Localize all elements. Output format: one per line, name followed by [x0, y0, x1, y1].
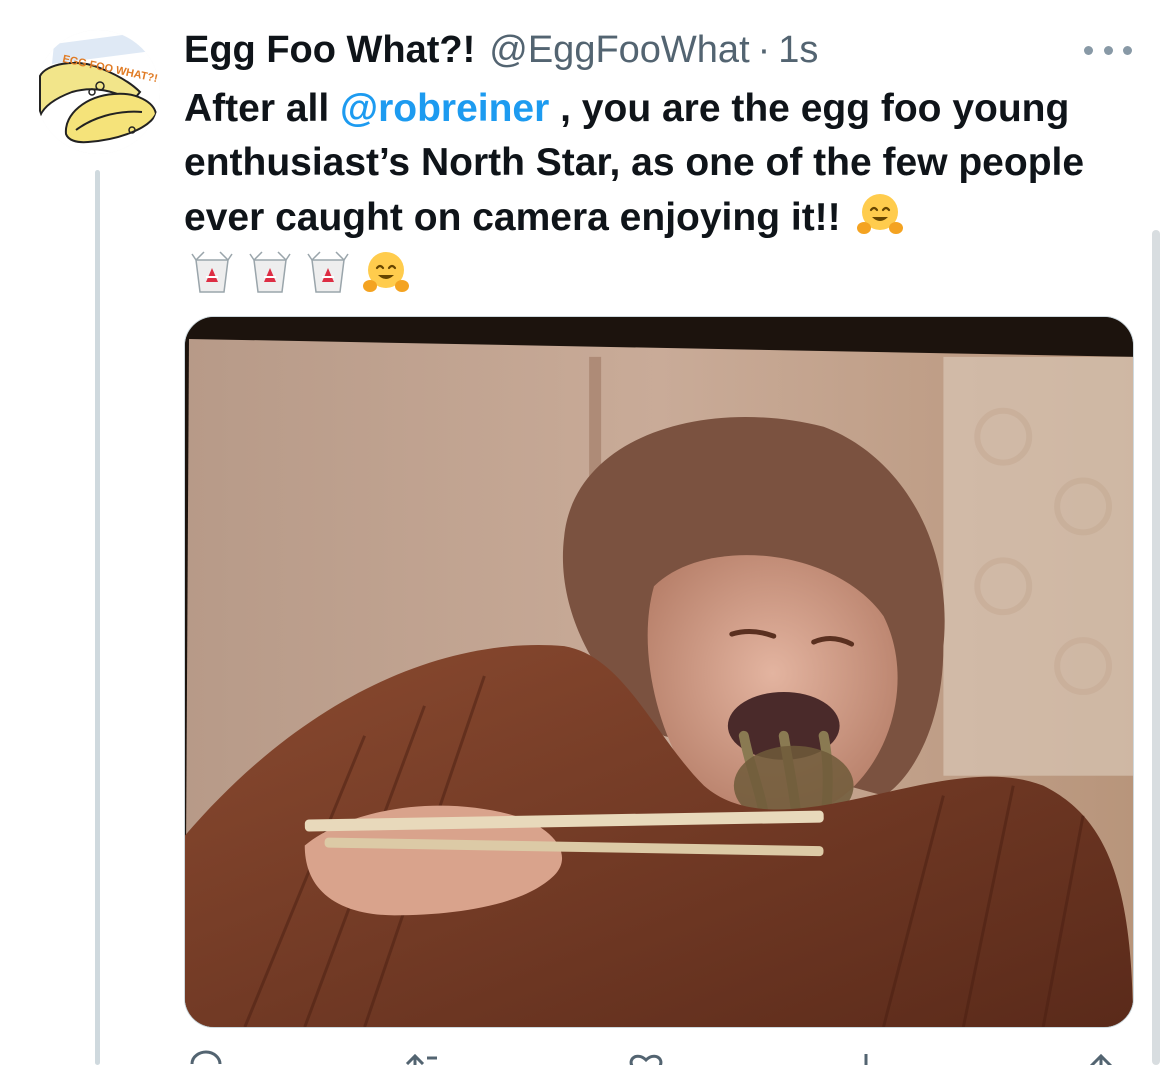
- like-icon[interactable]: [624, 1050, 668, 1065]
- hugging-face-emoji: [856, 190, 904, 238]
- display-name[interactable]: Egg Foo What?!: [184, 22, 475, 78]
- retweet-icon[interactable]: [399, 1050, 443, 1065]
- thread-line: [95, 170, 100, 1065]
- more-options-icon[interactable]: [1084, 36, 1132, 64]
- avatar-image: EGG FOO WHAT?!: [36, 30, 160, 154]
- tweet-header: Egg Foo What?! @EggFooWhat · 1s: [184, 22, 818, 78]
- share-icon[interactable]: [1079, 1050, 1123, 1065]
- emoji-row: [184, 245, 1144, 299]
- mention-link[interactable]: @robreiner: [340, 87, 549, 130]
- tweet-text: After all @robreiner , you are the egg f…: [184, 82, 1144, 299]
- photo-image: [185, 317, 1133, 1027]
- user-handle[interactable]: @EggFooWhat: [489, 22, 749, 78]
- action-bar: [184, 1050, 1134, 1065]
- hugging-face-emoji: [362, 248, 410, 296]
- more-dot: [1084, 45, 1093, 55]
- takeout-box-emoji: [246, 248, 294, 296]
- more-dot: [1103, 45, 1113, 55]
- takeout-box-emoji: [304, 248, 352, 296]
- scrollbar[interactable]: [1152, 230, 1160, 1065]
- tweet-screen: EGG FOO WHAT?! Egg Foo What?! @EggFooWha…: [0, 0, 1170, 1065]
- timestamp[interactable]: 1s: [778, 22, 818, 78]
- more-dot: [1123, 45, 1132, 55]
- avatar[interactable]: EGG FOO WHAT?!: [36, 30, 160, 154]
- tweet-text-part1: After all: [184, 87, 341, 130]
- separator-dot: ·: [757, 29, 771, 71]
- tweet-photo[interactable]: [184, 316, 1134, 1028]
- views-icon[interactable]: [844, 1050, 888, 1065]
- takeout-box-emoji: [188, 248, 236, 296]
- reply-icon[interactable]: [184, 1050, 228, 1065]
